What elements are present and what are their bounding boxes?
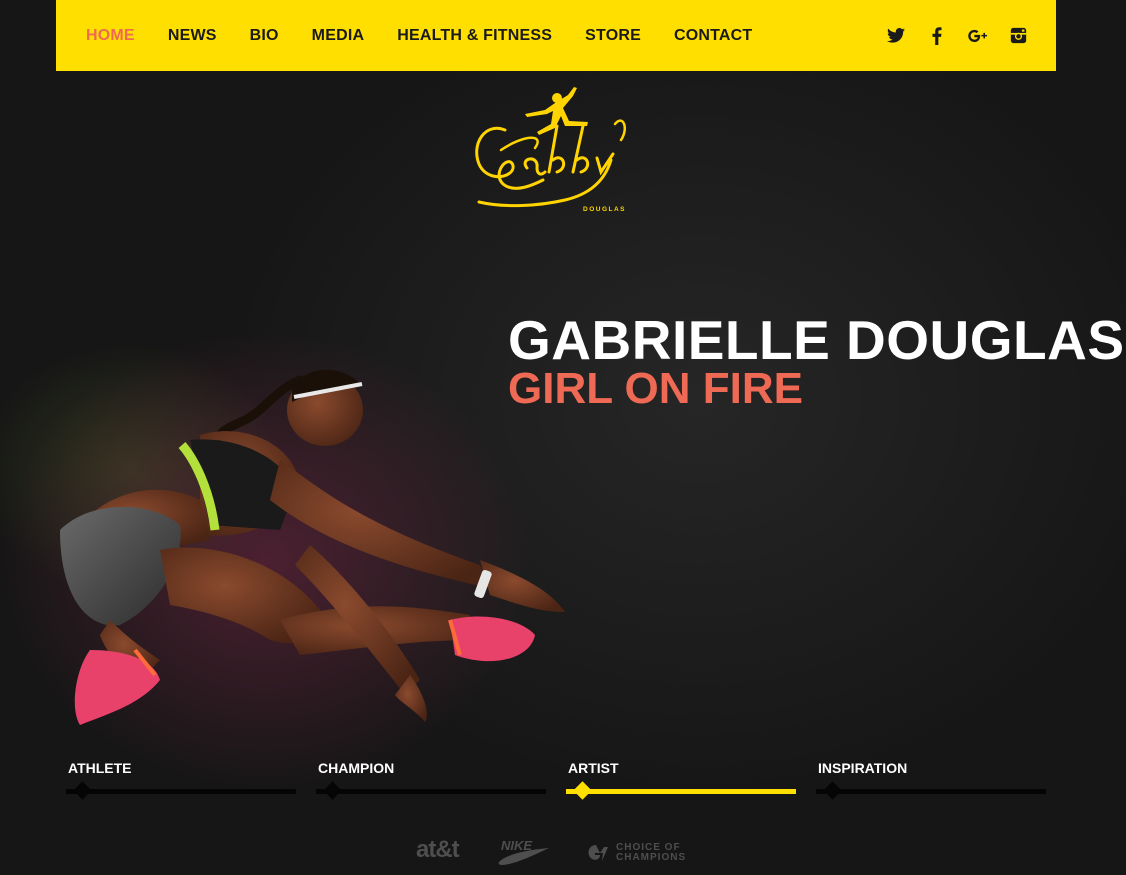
- hero-title: GABRIELLE DOUGLAS: [508, 309, 1125, 371]
- top-navbar: HOME NEWS BIO MEDIA HEALTH & FITNESS STO…: [56, 0, 1056, 71]
- nike-logo[interactable]: NIKE: [497, 836, 551, 871]
- logo-subtext: DOUGLAS: [583, 206, 626, 213]
- tab-champion[interactable]: CHAMPION: [316, 760, 546, 800]
- tab-progress-bar: [566, 789, 796, 794]
- nav-item-store[interactable]: STORE: [585, 27, 641, 45]
- coc-text: CHOICE OF CHAMPIONS: [616, 843, 686, 863]
- tab-diamond-marker: [323, 781, 342, 800]
- google-plus-icon[interactable]: [968, 26, 987, 45]
- tab-label: INSPIRATION: [818, 760, 908, 776]
- nav-item-home[interactable]: HOME: [86, 27, 135, 45]
- gabby-douglas-logo[interactable]: DOUGLAS: [465, 84, 655, 219]
- coc-line-2: CHAMPIONS: [616, 852, 687, 863]
- tab-diamond-marker: [573, 781, 592, 800]
- tab-label: CHAMPION: [318, 760, 395, 776]
- nav-item-media[interactable]: MEDIA: [312, 27, 365, 45]
- tab-progress-bar: [66, 789, 296, 794]
- nav-item-health-fitness[interactable]: HEALTH & FITNESS: [397, 27, 552, 45]
- tab-athlete[interactable]: ATHLETE: [66, 760, 296, 800]
- facebook-icon[interactable]: [927, 26, 946, 45]
- tab-label: ARTIST: [568, 760, 619, 776]
- nav-item-bio[interactable]: BIO: [250, 27, 279, 45]
- tab-progress-bar: [816, 789, 1046, 794]
- social-links: [886, 26, 1028, 45]
- tab-inspiration[interactable]: INSPIRATION: [816, 760, 1046, 800]
- tab-diamond-marker: [823, 781, 842, 800]
- nav-item-news[interactable]: NEWS: [168, 27, 217, 45]
- att-logo[interactable]: at&t: [416, 836, 460, 864]
- nike-wordmark: NIKE: [501, 838, 532, 853]
- choice-of-champions-logo[interactable]: CHOICE OF CHAMPIONS: [586, 843, 686, 863]
- tab-diamond-marker: [73, 781, 92, 800]
- nav-menu: HOME NEWS BIO MEDIA HEALTH & FITNESS STO…: [86, 27, 785, 45]
- twitter-icon[interactable]: [886, 26, 905, 45]
- athlete-photo: [50, 350, 590, 750]
- instagram-icon[interactable]: [1009, 26, 1028, 45]
- tab-artist[interactable]: ARTIST: [566, 760, 796, 800]
- tab-label: ATHLETE: [68, 760, 132, 776]
- nav-item-contact[interactable]: CONTACT: [674, 27, 752, 45]
- tab-progress-bar: [316, 789, 546, 794]
- gk-icon: [588, 845, 608, 861]
